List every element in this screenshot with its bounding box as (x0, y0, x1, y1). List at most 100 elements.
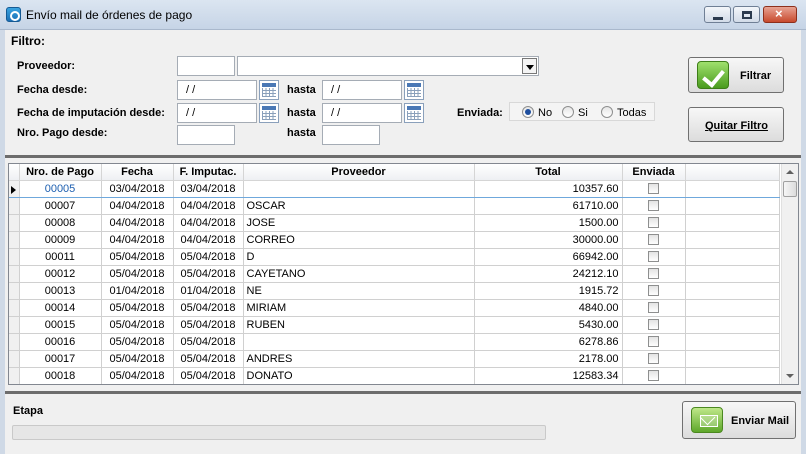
cell-enviada[interactable] (622, 197, 686, 215)
enviada-checkbox[interactable] (648, 217, 659, 229)
cell-nro[interactable]: 00007 (19, 197, 102, 215)
row-indicator[interactable] (9, 231, 20, 249)
cell-imputac[interactable]: 03/04/2018 (173, 179, 244, 198)
radio-si[interactable] (562, 106, 574, 118)
cell-nro[interactable]: 00015 (19, 316, 102, 334)
cell-total[interactable]: 24212.10 (474, 265, 623, 283)
fecha-hasta-input[interactable]: / / (322, 80, 402, 100)
row-indicator[interactable] (9, 179, 20, 198)
table-row[interactable]: 00014 05/04/2018 05/04/2018 MIRIAM 4840.00 (9, 299, 780, 317)
cell-proveedor[interactable]: ANDRES (243, 350, 475, 368)
cell-nro[interactable]: 00005 (19, 179, 102, 198)
radio-si-label[interactable]: Si (578, 107, 588, 119)
cell-enviada[interactable] (622, 333, 686, 351)
enviada-checkbox[interactable] (648, 353, 659, 365)
cell-proveedor[interactable]: MIRIAM (243, 299, 475, 317)
row-indicator[interactable] (9, 350, 20, 368)
chevron-down-icon[interactable] (522, 58, 537, 74)
cell-fecha[interactable]: 05/04/2018 (101, 265, 174, 283)
column-header-proveedor[interactable]: Proveedor (243, 164, 475, 181)
table-row[interactable]: 00015 05/04/2018 05/04/2018 RUBEN 5430.00 (9, 316, 780, 334)
table-row[interactable]: 00017 05/04/2018 05/04/2018 ANDRES 2178.00 (9, 350, 780, 368)
cell-total[interactable]: 12583.34 (474, 367, 623, 384)
cell-nro[interactable]: 00018 (19, 367, 102, 384)
table-row[interactable]: 00018 05/04/2018 05/04/2018 DONATO 12583.34 (9, 367, 780, 384)
cell-proveedor[interactable]: DONATO (243, 367, 475, 384)
scroll-thumb[interactable] (783, 181, 797, 197)
proveedor-code-input[interactable] (177, 56, 235, 76)
enviada-checkbox[interactable] (648, 302, 659, 314)
vertical-scrollbar[interactable] (781, 164, 798, 384)
imputacion-hasta-input[interactable]: / / (322, 103, 402, 123)
cell-enviada[interactable] (622, 316, 686, 334)
cell-proveedor[interactable]: RUBEN (243, 316, 475, 334)
close-button[interactable]: × (763, 6, 797, 23)
cell-total[interactable]: 61710.00 (474, 197, 623, 215)
row-indicator[interactable] (9, 367, 20, 384)
radio-todas[interactable] (601, 106, 613, 118)
cell-imputac[interactable]: 04/04/2018 (173, 231, 244, 249)
cell-total[interactable]: 5430.00 (474, 316, 623, 334)
enviada-checkbox[interactable] (648, 183, 659, 195)
cell-enviada[interactable] (622, 299, 686, 317)
proveedor-combo[interactable] (237, 56, 539, 76)
cell-enviada[interactable] (622, 282, 686, 300)
cell-nro[interactable]: 00008 (19, 214, 102, 232)
row-indicator[interactable] (9, 299, 20, 317)
enviada-checkbox[interactable] (648, 319, 659, 331)
cell-nro[interactable]: 00012 (19, 265, 102, 283)
table-row[interactable]: 00008 04/04/2018 04/04/2018 JOSE 1500.00 (9, 214, 780, 232)
cell-proveedor[interactable] (243, 179, 475, 198)
column-header-imputac[interactable]: F. Imputac. (173, 164, 244, 181)
enviada-checkbox[interactable] (648, 336, 659, 348)
cell-enviada[interactable] (622, 179, 686, 198)
scroll-down-icon[interactable] (782, 368, 798, 384)
fecha-desde-input[interactable]: / / (177, 80, 257, 100)
maximize-button[interactable] (733, 6, 760, 23)
cell-fecha[interactable]: 05/04/2018 (101, 299, 174, 317)
cell-fecha[interactable]: 03/04/2018 (101, 179, 174, 198)
cell-nro[interactable]: 00009 (19, 231, 102, 249)
row-indicator[interactable] (9, 282, 20, 300)
nro-pago-hasta-input[interactable] (322, 125, 380, 145)
cell-filler[interactable] (685, 179, 780, 198)
enviada-checkbox[interactable] (648, 370, 659, 382)
cell-proveedor[interactable]: CORREO (243, 231, 475, 249)
cell-fecha[interactable]: 05/04/2018 (101, 333, 174, 351)
calendar-icon[interactable] (404, 103, 424, 123)
table-row[interactable]: 00005 03/04/2018 03/04/2018 10357.60 (9, 179, 780, 198)
minimize-button[interactable] (704, 6, 731, 23)
row-indicator[interactable] (9, 316, 20, 334)
cell-imputac[interactable]: 05/04/2018 (173, 367, 244, 384)
cell-filler[interactable] (685, 282, 780, 300)
cell-nro[interactable]: 00013 (19, 282, 102, 300)
cell-proveedor[interactable]: OSCAR (243, 197, 475, 215)
table-row[interactable]: 00007 04/04/2018 04/04/2018 OSCAR 61710.00 (9, 197, 780, 215)
cell-total[interactable]: 2178.00 (474, 350, 623, 368)
enviada-checkbox[interactable] (648, 285, 659, 297)
cell-nro[interactable]: 00014 (19, 299, 102, 317)
row-indicator[interactable] (9, 265, 20, 283)
cell-nro[interactable]: 00016 (19, 333, 102, 351)
cell-imputac[interactable]: 05/04/2018 (173, 350, 244, 368)
cell-imputac[interactable]: 05/04/2018 (173, 299, 244, 317)
cell-enviada[interactable] (622, 248, 686, 266)
cell-total[interactable]: 30000.00 (474, 231, 623, 249)
cell-filler[interactable] (685, 299, 780, 317)
calendar-icon[interactable] (259, 80, 279, 100)
enviada-checkbox[interactable] (648, 200, 659, 212)
cell-proveedor[interactable]: NE (243, 282, 475, 300)
cell-imputac[interactable]: 01/04/2018 (173, 282, 244, 300)
row-indicator[interactable] (9, 248, 20, 266)
cell-proveedor[interactable]: CAYETANO (243, 265, 475, 283)
scroll-up-icon[interactable] (782, 164, 798, 180)
calendar-icon[interactable] (404, 80, 424, 100)
cell-imputac[interactable]: 05/04/2018 (173, 248, 244, 266)
cell-total[interactable]: 6278.86 (474, 333, 623, 351)
quitar-filtro-button[interactable]: Quitar Filtro (688, 107, 784, 142)
column-header-nro[interactable]: Nro. de Pago (19, 164, 102, 181)
cell-filler[interactable] (685, 197, 780, 215)
enviada-checkbox[interactable] (648, 268, 659, 280)
table-row[interactable]: 00009 04/04/2018 04/04/2018 CORREO 30000.00 (9, 231, 780, 249)
row-indicator[interactable] (9, 197, 20, 215)
